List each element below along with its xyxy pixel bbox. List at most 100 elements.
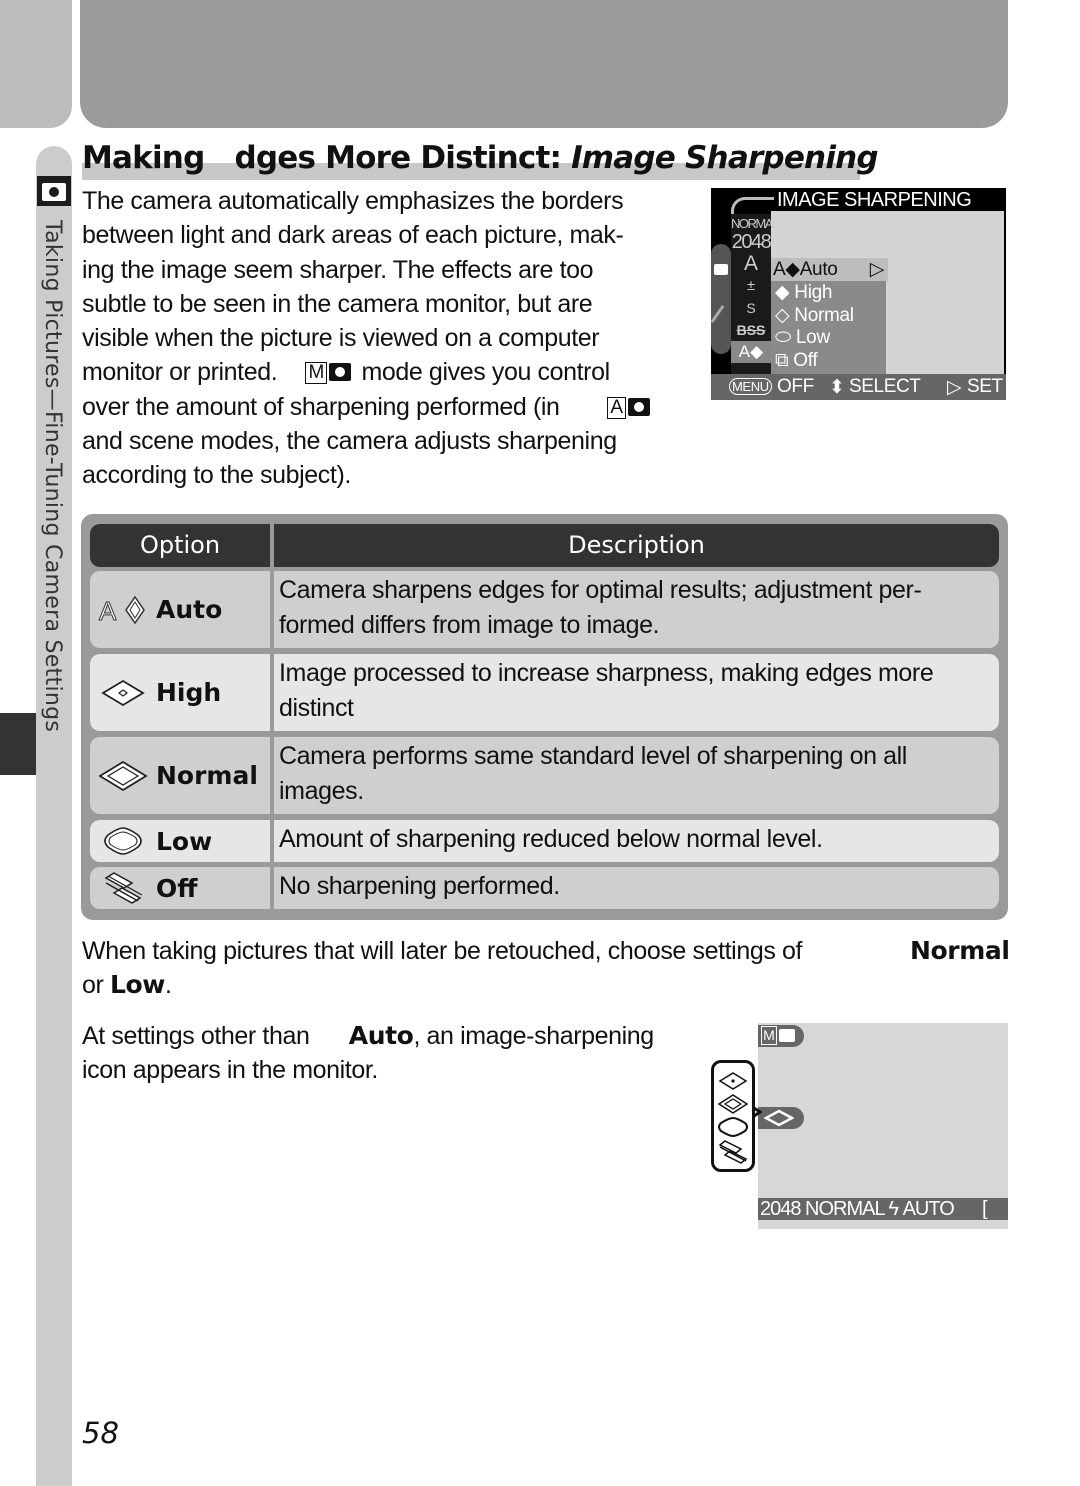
description-line: Camera performs same standard level of s… <box>279 742 907 770</box>
column-divider <box>270 654 274 731</box>
status-bar: 2048 NORMAL ϟ AUTO [ <box>758 1198 1008 1220</box>
header-option: Option <box>139 531 221 559</box>
menu-item-label: Normal <box>794 305 854 326</box>
svg-text:A: A <box>99 596 117 626</box>
note-text: , an image-sharpening <box>413 1022 654 1050</box>
option-cell: Normal <box>90 737 270 814</box>
sharpness-setting-icon: S <box>746 300 756 316</box>
focus-bracket-icon: [ <box>982 1198 987 1220</box>
note-text: At settings other than <box>82 1022 317 1050</box>
title-plain: Making dges More Distinct: <box>82 140 572 176</box>
table-row: Normal Camera performs same standard lev… <box>90 737 999 814</box>
intro-line: visible when the picture is viewed on a … <box>82 324 600 353</box>
description-cell: Amount of sharpening reduced below norma… <box>279 822 1039 857</box>
option-cell: A Auto <box>90 571 270 648</box>
intro-paragraph: The camera automatically emphasizes the … <box>82 184 682 493</box>
menu-item-normal[interactable]: ◇ Normal <box>775 304 854 327</box>
options-table: Option Description A Auto Camera sharpen… <box>81 514 1008 920</box>
description-line: Camera sharpens edges for optimal result… <box>279 576 922 604</box>
description-line: Amount of sharpening reduced below norma… <box>279 825 823 853</box>
off-icon: ⧉ <box>775 350 794 371</box>
menu-icon-strip: NORMAL 2048 A ± S BSS A◆ <box>731 214 779 374</box>
menu-mode-pill <box>710 244 731 354</box>
table-row: Off No sharpening performed. <box>90 867 999 909</box>
camera-icon <box>328 363 351 382</box>
menu-item-label: Low <box>795 327 830 348</box>
intro-line: according to the subject). <box>82 461 351 490</box>
option-cell: Off <box>90 867 270 909</box>
description-cell: Camera sharpens edges for optimal result… <box>279 573 1039 642</box>
top-banner <box>80 0 1008 128</box>
camera-icon <box>779 1029 795 1042</box>
description-cell: No sharpening performed. <box>279 869 1039 904</box>
intro-line: The camera automatically emphasizes the … <box>82 187 624 215</box>
menu-item-high[interactable]: ◆ High <box>775 281 832 304</box>
top-band-left <box>0 0 72 128</box>
normal-icon: ◇ <box>775 305 795 326</box>
off-sharpening-icon <box>718 1140 748 1164</box>
description-cell: Image processed to increase sharpness, m… <box>279 656 1039 725</box>
bss-icon: BSS <box>736 322 766 338</box>
menu-item-label: Auto <box>799 259 838 280</box>
page-number: 58 <box>82 1416 119 1450</box>
description-line: images. <box>279 776 364 805</box>
intro-line: over the amount of sharpening performed … <box>82 390 682 424</box>
header-description: Description <box>568 531 705 559</box>
low-icon: ⬭ <box>775 327 796 348</box>
menu-button-icon: MENU <box>729 378 772 395</box>
auto-mode-icon: A <box>607 396 626 419</box>
tip-low: Low <box>109 970 165 1000</box>
intro-text: mode gives you control <box>361 358 610 387</box>
section-tab-label: Taking Pictures—Fine-Tuning Camera Setti… <box>40 220 65 733</box>
exposure-comp-icon: ± <box>746 277 756 294</box>
normal-sharpening-icon <box>717 1094 749 1114</box>
description-line: distinct <box>279 693 354 722</box>
sharpening-icons-callout <box>711 1060 755 1172</box>
menu-item-auto[interactable]: A◆Auto ▷ <box>771 258 888 281</box>
icon-note: At settings other than Auto, an image-sh… <box>82 1019 702 1088</box>
option-label: Off <box>156 873 198 903</box>
high-sharpening-icon <box>718 1072 748 1090</box>
menu-item-off[interactable]: ⧉ Off <box>775 350 818 372</box>
current-sharpening-icon: A◆ <box>731 341 771 363</box>
tip-text: When taking pictures that will later be … <box>82 937 803 965</box>
auto-indicator: A <box>743 252 758 275</box>
size-indicator: 2048 <box>731 231 772 253</box>
option-label: Normal <box>156 761 258 790</box>
monitor-display-image: M 2048 NORMAL ϟ AUTO [ <box>758 1023 1008 1229</box>
description-line: No sharpening performed. <box>279 872 560 900</box>
play-arrow-icon: ▷ <box>869 259 885 280</box>
wrench-icon <box>710 304 725 324</box>
intro-line: monitor or printed. M mode gives you con… <box>82 355 682 389</box>
auto-sharpening-icon: A <box>99 595 145 626</box>
high-icon: ◆ <box>775 282 795 303</box>
tip-text: . <box>165 971 172 1000</box>
tip-line2: or Low. <box>82 968 1012 1002</box>
note-line2: icon appears in the monitor. <box>82 1056 378 1085</box>
title-italic: Image Sharpening <box>571 140 879 176</box>
manual-mode-icon: M <box>305 362 327 385</box>
description-cell: Camera performs same standard level of s… <box>279 739 1039 808</box>
camera-icon <box>714 264 728 275</box>
option-label: High <box>156 678 222 707</box>
menu-item-low[interactable]: ⬭ Low <box>775 327 830 349</box>
tip-normal: Normal <box>910 936 1010 965</box>
intro-line: and scene modes, the camera adjusts shar… <box>82 427 617 456</box>
auto-icon: A◆ <box>773 259 800 280</box>
intro-line: between light and dark areas of each pic… <box>82 221 624 250</box>
intro-text: over the amount of sharpening performed … <box>82 392 560 421</box>
intro-line: ing the image seem sharper. The effects … <box>82 255 594 284</box>
intro-text: monitor or printed. <box>82 358 278 387</box>
description-line: formed differs from image to image. <box>279 610 660 639</box>
menu-help-bar: MENU OFF ⬍ SELECT ▷ SET <box>711 374 1006 400</box>
sharpening-menu: A◆Auto ▷ ◆ High ◇ Normal ⬭ Low ⧉ Off <box>771 258 888 374</box>
intro-line: subtle to be seen in the camera monitor,… <box>82 289 593 318</box>
column-divider <box>270 867 274 909</box>
right-arrow-icon: ▷ <box>947 377 962 398</box>
mode-indicator: M <box>758 1025 804 1047</box>
sharpening-indicator <box>758 1107 804 1129</box>
table-row: High Image processed to increase sharpne… <box>90 654 999 731</box>
option-label: Low <box>156 826 213 856</box>
note-auto: Auto <box>348 1021 414 1050</box>
note-line1: At settings other than Auto, an image-sh… <box>82 1019 702 1053</box>
